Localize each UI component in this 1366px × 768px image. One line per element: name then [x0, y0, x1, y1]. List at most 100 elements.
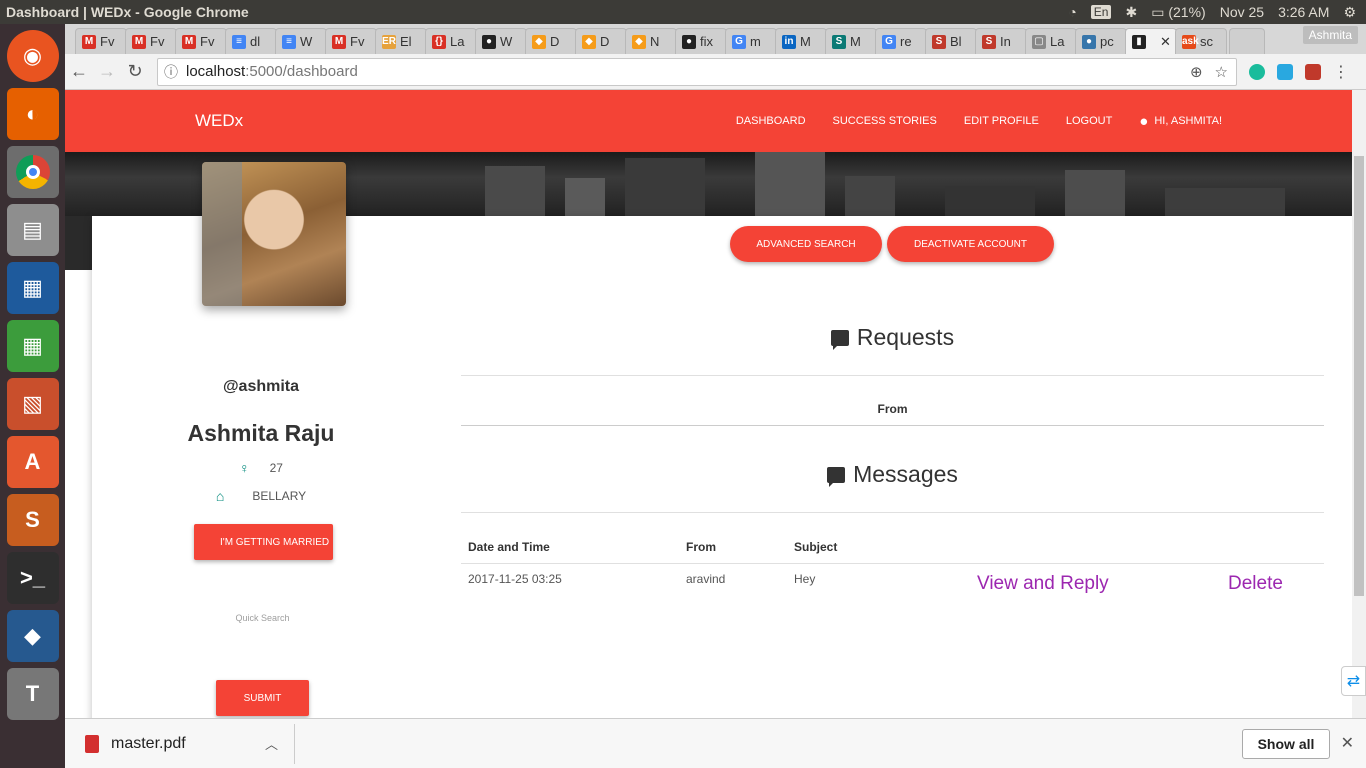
close-icon[interactable]: ✕	[1341, 733, 1354, 753]
browser-tab[interactable]: M Fv	[75, 28, 127, 54]
profile-age: 27	[269, 461, 283, 475]
zoom-icon[interactable]: ⊕	[1190, 63, 1203, 81]
browser-tab[interactable]: ◆ D	[575, 28, 627, 54]
forward-arrow-icon[interactable]: →	[93, 61, 121, 82]
quick-search-input[interactable]: Quick Search	[92, 613, 433, 623]
browser-tab[interactable]: ◆ N	[625, 28, 677, 54]
browser-tab[interactable]: ◆ D	[525, 28, 577, 54]
browser-tab[interactable]: S In	[975, 28, 1027, 54]
tab-label: m	[750, 34, 761, 49]
bookmark-star-icon[interactable]: ☆	[1215, 63, 1228, 81]
scrollbar-thumb[interactable]	[1354, 156, 1364, 596]
chrome-icon[interactable]	[6, 146, 59, 198]
battery-indicator[interactable]: ▭ (21%)	[1151, 4, 1205, 21]
divider	[461, 425, 1324, 426]
new-tab-button[interactable]	[1229, 28, 1265, 54]
browser-tab[interactable]: ≡ W	[275, 28, 327, 54]
ubuntu-dash-icon[interactable]: ◉	[6, 30, 59, 82]
download-shelf: master.pdf ︿ Show all ✕	[65, 718, 1366, 768]
message-subject: Hey	[794, 572, 816, 586]
software-center-icon[interactable]: A	[6, 436, 59, 488]
chevron-up-icon[interactable]: ︿	[265, 734, 278, 753]
getting-married-button[interactable]: I'M GETTING MARRIED	[194, 524, 333, 560]
calc-icon[interactable]: ▦	[6, 320, 59, 372]
clock-text[interactable]: 3:26 AM	[1278, 4, 1329, 20]
browser-tab[interactable]: ● W	[475, 28, 527, 54]
browser-tab[interactable]: M Fv	[325, 28, 377, 54]
nav-logout[interactable]: LOGOUT	[1066, 115, 1112, 127]
chrome-menu-icon[interactable]: ⋮	[1333, 62, 1349, 82]
advanced-search-button[interactable]: ADVANCED SEARCH	[730, 226, 882, 262]
back-arrow-icon[interactable]: ←	[65, 61, 93, 82]
address-bar[interactable]: ⓘ localhost:5000/dashboard ⊕ ☆	[157, 57, 1237, 86]
nav-dashboard[interactable]: DASHBOARD	[736, 115, 806, 127]
date-text[interactable]: Nov 25	[1220, 4, 1264, 20]
extension-m-icon[interactable]	[1249, 63, 1265, 80]
extension-book-icon[interactable]	[1305, 63, 1321, 80]
browser-tab[interactable]: ● fix	[675, 28, 727, 54]
show-all-button[interactable]: Show all	[1242, 729, 1330, 759]
reload-icon[interactable]: ↻	[121, 61, 149, 82]
message-icon	[827, 466, 846, 487]
impress-icon[interactable]: ▧	[6, 378, 59, 430]
tab-label: Bl	[950, 34, 962, 49]
extension-window-icon[interactable]	[1277, 63, 1293, 80]
tab-favicon-icon: S	[832, 34, 846, 49]
tab-label: W	[300, 34, 313, 49]
col-subject: Subject	[794, 540, 838, 554]
close-tab-icon[interactable]: ✕	[1160, 34, 1171, 50]
tab-favicon-icon: G	[882, 34, 896, 49]
browser-tab[interactable]: M Fv	[175, 28, 227, 54]
profile-chip[interactable]: Ashmita	[1302, 26, 1358, 44]
browser-tab[interactable]: Gm	[725, 28, 777, 54]
tab-label: La	[1050, 34, 1065, 49]
texmaker-icon[interactable]: T	[6, 668, 59, 720]
browser-tab[interactable]: {} La	[425, 28, 477, 54]
divider	[461, 375, 1324, 376]
page-scrollbar[interactable]	[1352, 90, 1366, 718]
bluetooth-icon[interactable]: ✱	[1125, 4, 1137, 21]
ubuntu-launcher: ◉ ◐ ▤ ▦ ▦ ▧ A S >_ ◆ T	[0, 24, 65, 768]
browser-tab[interactable]: ER El	[375, 28, 427, 54]
deactivate-account-button[interactable]: DEACTIVATE ACCOUNT	[887, 226, 1054, 262]
sublime-icon[interactable]: S	[6, 494, 59, 546]
brand-logo[interactable]: WEDx	[195, 111, 243, 131]
profile-full-name: Ashmita Raju	[187, 420, 335, 446]
browser-tab[interactable]: SM	[825, 28, 877, 54]
nav-success-stories[interactable]: SUCCESS STORIES	[833, 115, 937, 127]
nav-user-greeting[interactable]: ● HI, ASHMITA!	[1139, 113, 1222, 130]
download-item[interactable]: master.pdf ︿	[65, 723, 295, 764]
browser-tab[interactable]: ≡ dl	[225, 28, 277, 54]
browser-tab[interactable]: ▮ ✕	[1125, 28, 1177, 54]
tab-label: W	[500, 34, 513, 49]
files-icon[interactable]: ▤	[6, 204, 59, 256]
browser-tab[interactable]: Gre	[875, 28, 927, 54]
browser-tab[interactable]: M Fv	[125, 28, 177, 54]
os-top-panel: Dashboard | WEDx - Google Chrome ◔ En ✱ …	[0, 0, 1366, 24]
settings-gear-icon[interactable]: ⚙	[1343, 4, 1356, 21]
tab-label: dl	[250, 34, 261, 49]
info-icon[interactable]: ⓘ	[164, 62, 178, 82]
submit-button[interactable]: SUBMIT	[216, 680, 309, 716]
browser-tab[interactable]: ask sc	[1175, 28, 1227, 54]
profile-city: BELLARY	[252, 489, 307, 503]
firefox-icon[interactable]: ◐	[6, 88, 59, 140]
tab-label: Fv	[350, 34, 365, 49]
browser-tab[interactable]: ▢ La	[1025, 28, 1077, 54]
writer-icon[interactable]: ▦	[6, 262, 59, 314]
wifi-icon[interactable]: ◔	[1068, 4, 1076, 20]
window-title: Dashboard | WEDx - Google Chrome	[6, 4, 249, 20]
nav-edit-profile[interactable]: EDIT PROFILE	[964, 115, 1039, 127]
browser-tab[interactable]: ● pc	[1075, 28, 1127, 54]
keyboard-indicator[interactable]: En	[1090, 5, 1112, 19]
messages-heading: Messages	[461, 461, 1324, 488]
browser-tab[interactable]: in M	[775, 28, 827, 54]
teamviewer-icon[interactable]: ⇄	[1341, 666, 1366, 696]
tab-favicon-icon: ask	[1182, 34, 1199, 49]
view-and-reply-link[interactable]: View and Reply	[977, 573, 1109, 595]
mysql-workbench-icon[interactable]: ◆	[6, 610, 59, 662]
delete-link[interactable]: Delete	[1228, 573, 1283, 595]
browser-tab[interactable]: S Bl	[925, 28, 977, 54]
site-navbar: WEDx DASHBOARD SUCCESS STORIES EDIT PROF…	[65, 90, 1352, 152]
terminal-icon[interactable]: >_	[6, 552, 59, 604]
